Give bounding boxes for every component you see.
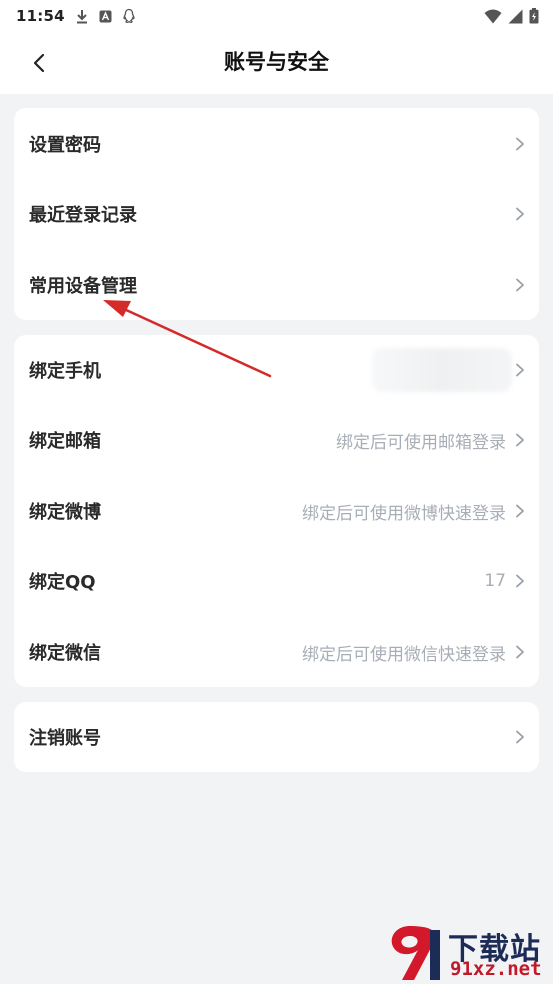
row-hint: 绑定后可使用微博快速登录 xyxy=(302,503,506,524)
chevron-right-icon xyxy=(516,278,524,292)
row-label: 最近登录记录 xyxy=(29,205,137,226)
bind-email-row[interactable]: 绑定邮箱 绑定后可使用邮箱登录 xyxy=(14,405,539,475)
bind-phone-row[interactable]: 绑定手机 xyxy=(14,335,539,405)
top-app-bar: 账号与安全 xyxy=(0,32,553,94)
chevron-right-icon xyxy=(516,363,524,377)
row-hint: 17 xyxy=(484,571,506,591)
app-a-icon xyxy=(99,10,112,22)
row-label: 绑定微博 xyxy=(29,502,101,523)
security-card: 设置密码 最近登录记录 常用设备管理 xyxy=(14,108,539,320)
battery-icon xyxy=(529,8,539,24)
row-label: 绑定邮箱 xyxy=(29,431,101,452)
masked-phone-value xyxy=(372,348,512,392)
bind-qq-row[interactable]: 绑定QQ 17 xyxy=(14,546,539,616)
signal-icon xyxy=(508,9,523,23)
row-label: 绑定QQ xyxy=(29,572,96,593)
chevron-right-icon xyxy=(516,645,524,659)
page-title: 账号与安全 xyxy=(224,50,329,74)
deactivate-account-row[interactable]: 注销账号 xyxy=(14,702,539,772)
back-arrow-icon xyxy=(33,53,45,73)
row-label: 注销账号 xyxy=(29,728,101,749)
chevron-right-icon xyxy=(516,433,524,447)
status-bar: 11:54 xyxy=(0,0,553,32)
qq-icon xyxy=(123,8,135,23)
download-icon xyxy=(76,9,87,23)
row-label: 常用设备管理 xyxy=(29,276,137,297)
bind-weibo-row[interactable]: 绑定微博 绑定后可使用微博快速登录 xyxy=(14,476,539,546)
login-records-row[interactable]: 最近登录记录 xyxy=(14,179,539,249)
bindings-card: 绑定手机 绑定邮箱 绑定后可使用邮箱登录 绑定微博 绑定后可使用微博快速登录 绑… xyxy=(14,335,539,687)
deactivate-card: 注销账号 xyxy=(14,702,539,772)
status-time: 11:54 xyxy=(16,7,65,25)
back-button[interactable] xyxy=(22,46,56,80)
chevron-right-icon xyxy=(516,207,524,221)
chevron-right-icon xyxy=(516,574,524,588)
wifi-icon xyxy=(484,9,502,23)
row-label: 绑定微信 xyxy=(29,643,101,664)
bind-wechat-row[interactable]: 绑定微信 绑定后可使用微信快速登录 xyxy=(14,617,539,687)
chevron-right-icon xyxy=(516,730,524,744)
row-hint: 绑定后可使用微信快速登录 xyxy=(302,644,506,665)
row-hint: 绑定后可使用邮箱登录 xyxy=(336,432,506,453)
set-password-row[interactable]: 设置密码 xyxy=(14,109,539,179)
chevron-right-icon xyxy=(516,137,524,151)
row-label: 绑定手机 xyxy=(29,361,101,382)
chevron-right-icon xyxy=(516,504,524,518)
watermark-url: 91xz.net xyxy=(450,958,542,980)
row-label: 设置密码 xyxy=(29,135,101,156)
device-management-row[interactable]: 常用设备管理 xyxy=(14,250,539,320)
